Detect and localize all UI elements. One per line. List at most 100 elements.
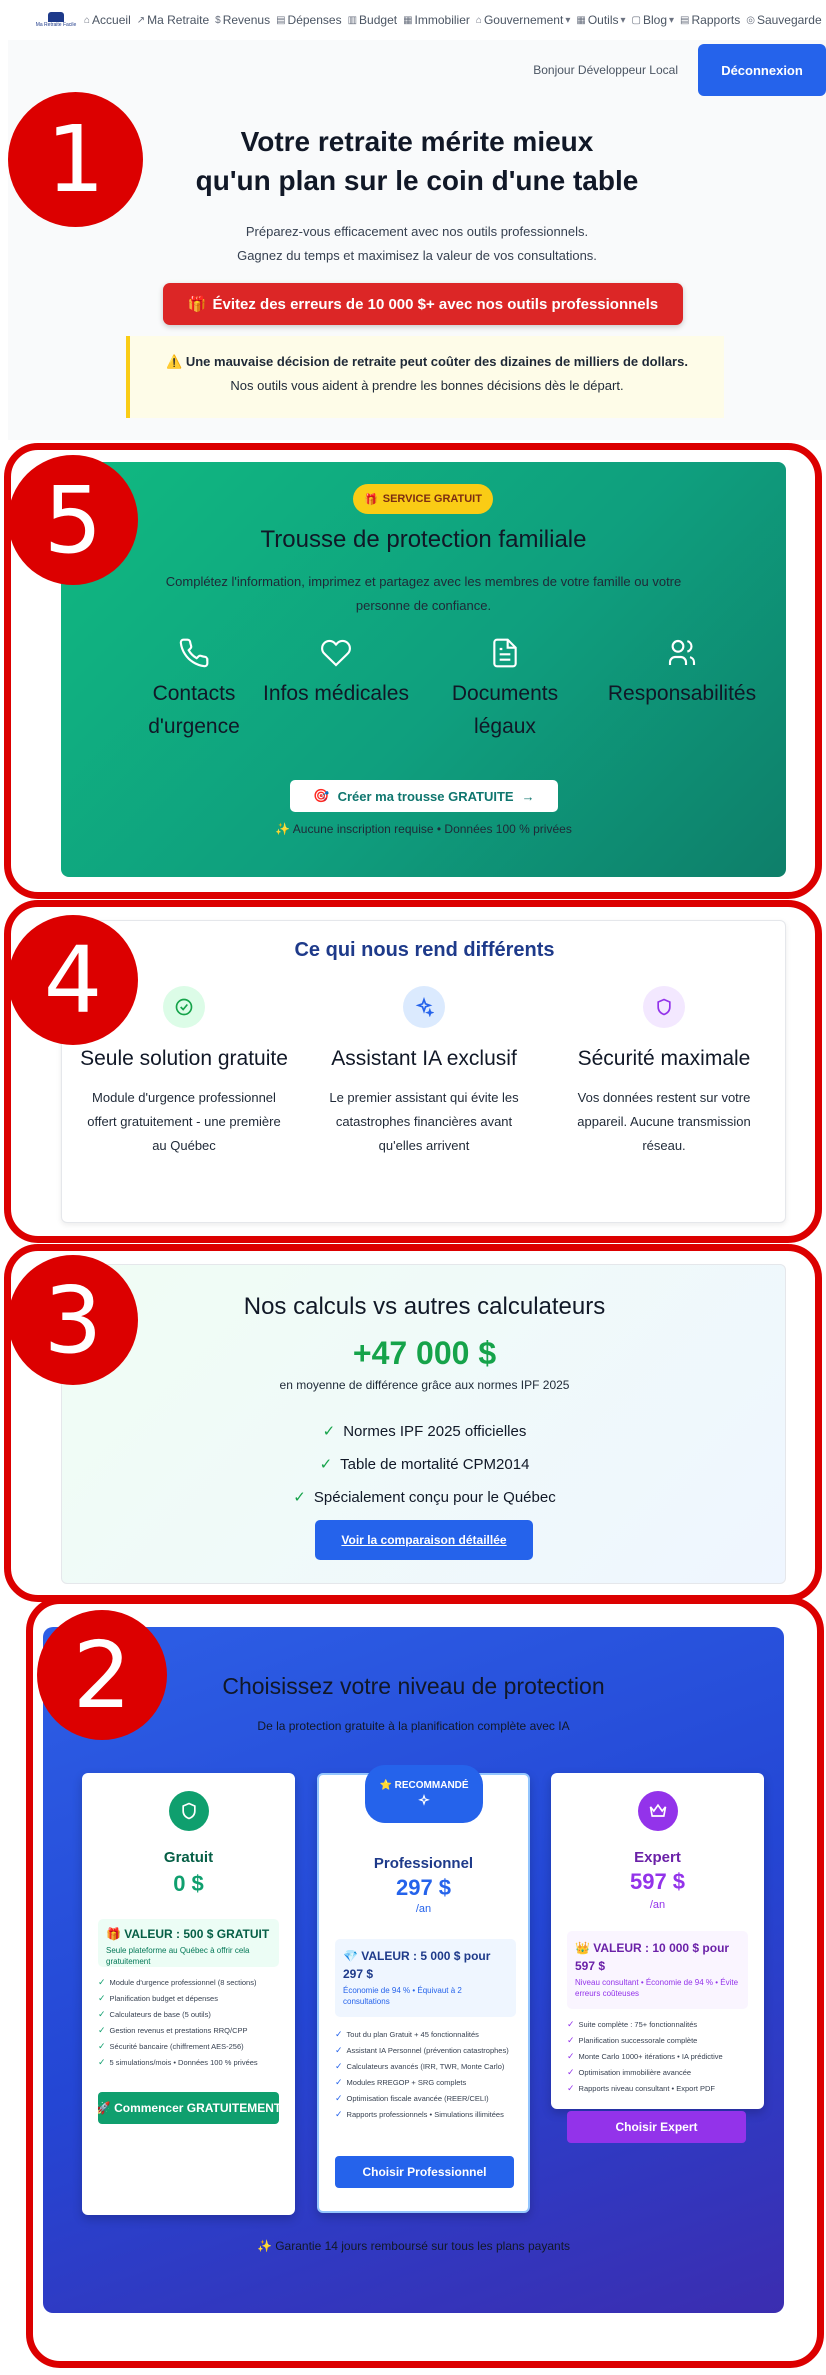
plan-price: 297 $ — [395, 1875, 452, 1900]
nav-item-immobilier[interactable]: ▦ Immobilier — [403, 13, 470, 27]
value-subtitle: Niveau consultant • Économie de 94 % • É… — [575, 1978, 739, 1998]
check-label: Normes IPF 2025 officielles — [343, 1423, 527, 1440]
value-title: 🎁 VALEUR : 500 $ GRATUIT — [106, 1927, 270, 1941]
check-label: Table de mortalité CPM2014 — [340, 1456, 530, 1473]
save-icon: ◎ — [746, 14, 755, 26]
nav-item-label: Accueil — [92, 13, 131, 27]
site-logo[interactable]: Ma Retraite Facile — [35, 9, 77, 31]
value-subtitle: Économie de 94 % • Équivaut à 2 consulta… — [343, 1986, 462, 2006]
plan-feature-label: Modules RREGOP + SRG complets — [346, 2078, 467, 2087]
logo-text: Ma Retraite Facile — [35, 22, 77, 28]
check-icon: ✓ — [567, 2067, 575, 2077]
annotation-5: 5 — [8, 455, 138, 585]
checkmark-icon: ✓ — [319, 1456, 333, 1473]
plan-name: Professionnel — [373, 1855, 474, 1872]
plan-feature-item: ✓ Sécurité bancaire (chiffrement AES-256) — [98, 2039, 283, 2055]
plan-feature-item: ✓ Optimisation fiscale avancée (REER/CELI… — [335, 2091, 520, 2107]
check-icon: ✓ — [98, 2057, 106, 2067]
plan-feature-label: 5 simulations/mois • Données 100 % privé… — [109, 2058, 258, 2067]
check-icon: ✓ — [567, 2035, 575, 2045]
plan-feature-item: ✓ Rapports professionnels • Simulations i… — [335, 2107, 520, 2123]
plan-feature-item: ✓ Suite complète : 75+ fonctionnalités — [567, 2017, 752, 2033]
hero-cta-button[interactable]: 🎁 Évitez des erreurs de 10 000 $+ avec n… — [163, 283, 683, 325]
nav-item-outils[interactable]: ▦ Outils ▾ — [576, 13, 625, 27]
choose-expert-button[interactable]: Choisir Expert — [567, 2111, 746, 2143]
file-chart-icon: ▤ — [680, 14, 690, 26]
plan-feature-item: ✓ Tout du plan Gratuit + 45 fonctionnalit… — [335, 2027, 520, 2043]
greeting-text: Bonjour Développeur Local — [533, 63, 678, 77]
feature-emergency-contacts: Contacts d'urgence — [114, 637, 274, 743]
crown-icon — [638, 1791, 678, 1831]
plan-card-expert: Expert 597 $ /an 👑 VALEUR : 10 000 $ pou… — [551, 1773, 764, 2143]
receipt-icon: ▤ — [276, 14, 286, 26]
plan-feature-label: Monte Carlo 1000+ itérations • IA prédic… — [578, 2052, 723, 2061]
sparkles-icon — [403, 986, 445, 1028]
feature-label: Documents légaux — [451, 682, 559, 738]
family-kit-subtitle: Complétez l'information, imprimez et par… — [165, 574, 682, 613]
family-kit-section: 🎁 SERVICE GRATUIT Trousse de protection f… — [61, 462, 786, 877]
plan-period: /an — [649, 1899, 666, 1911]
nav-item-label: Budget — [359, 13, 398, 27]
nav-item-dépenses[interactable]: ▤ Dépenses — [276, 13, 342, 27]
plan-card-professional: ⭐ RECOMMANDÉ Professionnel 297 $ /an 💎 V… — [317, 1765, 530, 2213]
chevron-down-icon: ▾ — [669, 14, 675, 26]
plan-feature-item: ✓ Rapports niveau consultant • Export PDF — [567, 2081, 752, 2097]
feature-label: Contacts d'urgence — [148, 682, 240, 738]
book-icon: ▢ — [631, 14, 641, 26]
warning-text-2: Nos outils vous aident à prendre les bon… — [230, 378, 624, 393]
value-title: 💎 VALEUR : 5 000 $ pour 297 $ — [343, 1949, 491, 1981]
plan-feature-item: ✓ 5 simulations/mois • Données 100 % priv… — [98, 2055, 283, 2071]
building-icon: ▦ — [403, 14, 413, 26]
check-icon: ✓ — [567, 2019, 575, 2029]
difference-title: Sécurité maximale — [577, 1047, 751, 1070]
plan-feature-item: ✓ Assistant IA Personnel (prévention cata… — [335, 2043, 520, 2059]
plan-feature-item: ✓ Modules RREGOP + SRG complets — [335, 2075, 520, 2091]
check-circle-icon — [163, 986, 205, 1028]
nav-items: ⌂ Accueil ↗ Ma Retraite $ Revenus ▤ Dépenses ▥ Bu… — [84, 13, 826, 27]
choose-professional-button[interactable]: Choisir Professionnel — [335, 2156, 514, 2188]
plan-feature-label: Optimisation immobilière avancée — [578, 2068, 692, 2077]
check-icon: ✓ — [98, 2025, 106, 2035]
check-item: ✓ Table de mortalité CPM2014 — [62, 1448, 787, 1481]
check-icon: ✓ — [98, 2009, 106, 2019]
shield-icon — [169, 1791, 209, 1831]
plan-feature-label: Rapports niveau consultant • Export PDF — [578, 2084, 715, 2093]
nav-item-accueil[interactable]: ⌂ Accueil — [84, 13, 131, 27]
difference-title: Seule solution gratuite — [80, 1047, 288, 1070]
plan-feature-label: Module d'urgence professionnel (8 sectio… — [109, 1978, 257, 1987]
home-icon: ⌂ — [84, 14, 91, 26]
logout-button[interactable]: Déconnexion — [698, 44, 826, 96]
chart-line-icon: ↗ — [136, 14, 146, 26]
value-box: 👑 VALEUR : 10 000 $ pour 597 $ Niveau co… — [567, 1931, 748, 2009]
plan-feature-item: ✓ Gestion revenus et prestations RRQ/CPP — [98, 2023, 283, 2039]
checkmark-icon: ✓ — [293, 1489, 306, 1506]
detailed-comparison-button[interactable]: Voir la comparaison détaillée — [315, 1520, 533, 1560]
plan-feature-label: Planification budget et dépenses — [109, 1994, 218, 2003]
warning-box: ⚠️ Une mauvaise décision de retraite peu… — [126, 336, 724, 418]
nav-item-ma-retraite[interactable]: ↗ Ma Retraite — [137, 13, 209, 27]
shield-icon — [643, 986, 685, 1028]
annotation-2: 2 — [37, 1610, 167, 1740]
check-item: ✓ Normes IPF 2025 officielles — [62, 1415, 787, 1448]
nav-item-revenus[interactable]: $ Revenus — [215, 13, 270, 27]
check-icon: ✓ — [335, 2093, 343, 2103]
difference-text: Le premier assistant qui évite les catas… — [329, 1090, 519, 1153]
differences-title: Ce qui nous rend différents — [294, 939, 555, 961]
plan-name: Gratuit — [163, 1849, 214, 1866]
nav-item-budget[interactable]: ▥ Budget — [348, 13, 398, 27]
nav-item-sauvegarde[interactable]: ◎ Sauvegarde — [746, 13, 821, 27]
target-icon: 🎯 — [313, 788, 330, 803]
nav-item-rapports[interactable]: ▤ Rapports — [680, 13, 740, 27]
create-kit-button[interactable]: 🎯 Créer ma trousse GRATUITE → — [290, 780, 558, 812]
feature-responsibilities: Responsabilités — [592, 637, 772, 710]
plan-period: /an — [415, 1903, 432, 1915]
nav-item-label: Revenus — [222, 13, 271, 27]
difference-amount: +47 000 $ — [352, 1335, 497, 1371]
nav-item-gouvernement[interactable]: ⌂ Gouvernement ▾ — [476, 13, 570, 27]
plan-feature-item: ✓ Optimisation immobilière avancée — [567, 2065, 752, 2081]
plan-features: ✓ Module d'urgence professionnel (8 secti… — [98, 1975, 283, 2071]
sparkles-icon — [418, 1794, 430, 1806]
difference-subtitle: en moyenne de différence grâce aux norme… — [279, 1378, 570, 1392]
start-free-button[interactable]: 🚀 Commencer GRATUITEMENT — [98, 2092, 279, 2124]
nav-item-blog[interactable]: ▢ Blog ▾ — [632, 13, 675, 27]
